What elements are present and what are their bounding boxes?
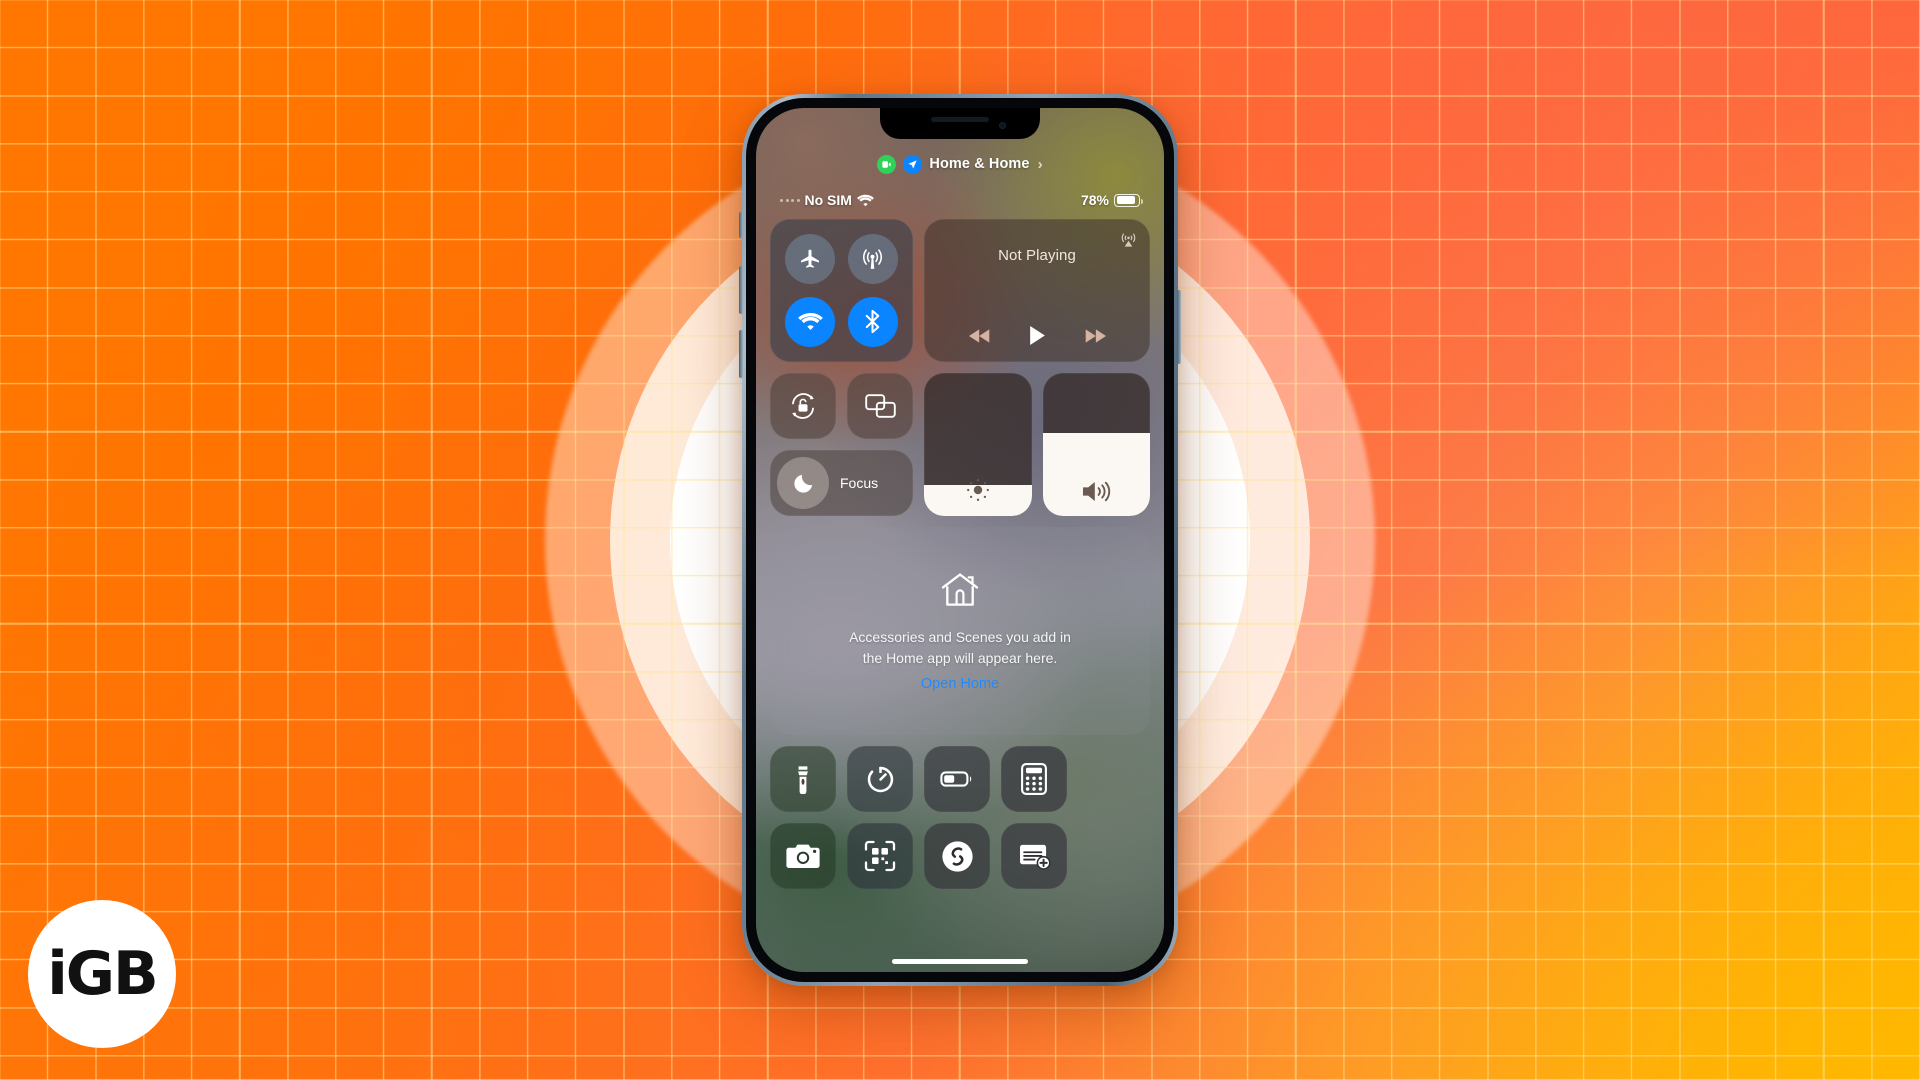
focus-label: Focus [840, 475, 879, 491]
low-power-mode-button[interactable] [924, 746, 990, 812]
battery-icon [940, 769, 974, 789]
qr-scanner-icon [864, 840, 896, 872]
shazam-icon [941, 840, 974, 873]
home-header-label: Home & Home [929, 156, 1030, 172]
camera-icon [786, 843, 820, 870]
flashlight-icon [789, 764, 817, 794]
earpiece-speaker [931, 117, 989, 122]
timer-button[interactable] [847, 746, 913, 812]
brightness-slider[interactable] [924, 373, 1032, 516]
rewind-button[interactable] [968, 328, 991, 344]
rotation-lock-icon [787, 390, 819, 422]
battery-percent-label: 78% [1080, 192, 1109, 208]
power-button[interactable] [1177, 290, 1181, 364]
control-center-row-1: Not Playing [770, 219, 1150, 362]
brightness-icon [924, 475, 1032, 505]
airplane-icon [798, 247, 822, 271]
location-arrow-icon [903, 154, 923, 174]
wifi-icon [797, 312, 823, 331]
fast-forward-button[interactable] [1084, 328, 1106, 344]
quick-note-button[interactable] [1001, 823, 1067, 889]
iphone-screen: Home & Home › No SIM 78% Not Playing Foc… [756, 108, 1164, 972]
flashlight-button[interactable] [770, 746, 836, 812]
quick-note-icon [1018, 843, 1051, 870]
signal-dots-icon [780, 198, 800, 202]
media-title: Not Playing [998, 247, 1076, 264]
bluetooth-toggle[interactable] [847, 296, 898, 347]
calculator-button[interactable] [1001, 746, 1067, 812]
notch [880, 108, 1040, 139]
airplane-mode-toggle[interactable] [785, 234, 836, 285]
media-controls [924, 325, 1150, 346]
control-center-row-2: Focus [770, 373, 1150, 516]
bluetooth-icon [861, 308, 884, 335]
igb-logo-text: iGB [47, 939, 159, 1009]
igb-logo: iGB [28, 900, 176, 1048]
volume-slider[interactable] [1042, 373, 1151, 516]
code-scanner-button[interactable] [847, 823, 913, 889]
status-bar-left: No SIM [780, 192, 874, 208]
screen-mirroring-icon [864, 393, 896, 419]
front-camera-icon [999, 122, 1006, 129]
rotation-lock-toggle[interactable] [770, 373, 836, 439]
sliders-group [924, 373, 1150, 516]
chevron-right-icon: › [1037, 155, 1043, 173]
silent-switch[interactable] [739, 212, 743, 238]
sim-status-label: No SIM [804, 192, 852, 208]
cellular-antenna-icon [860, 247, 885, 272]
toggles-and-focus-column: Focus [770, 373, 913, 516]
quick-toggle-pair [770, 373, 913, 439]
play-button[interactable] [1029, 325, 1046, 346]
airplay-audio-icon[interactable] [1119, 230, 1138, 249]
shazam-button[interactable] [924, 823, 990, 889]
home-panel-description-line1: Accessories and Scenes you add in [849, 628, 1071, 645]
media-playback-module: Not Playing [924, 219, 1150, 362]
calculator-icon [1021, 763, 1047, 795]
shortcuts-row-1 [770, 746, 1150, 812]
connectivity-module [770, 219, 913, 362]
control-center: Home & Home › No SIM 78% Not Playing Foc… [756, 108, 1164, 972]
video-camera-icon [877, 154, 897, 174]
moon-icon [777, 457, 829, 509]
cellular-data-toggle[interactable] [847, 234, 898, 285]
wifi-icon [857, 194, 874, 207]
volume-down-button[interactable] [739, 330, 743, 378]
screen-mirroring-toggle[interactable] [847, 373, 913, 439]
iphone-bezel: Home & Home › No SIM 78% Not Playing Foc… [746, 98, 1174, 982]
wifi-toggle[interactable] [785, 296, 836, 347]
house-icon [939, 570, 981, 610]
speaker-icon [1043, 478, 1151, 505]
shortcuts-row-2 [770, 823, 1150, 889]
focus-toggle[interactable]: Focus [770, 450, 913, 516]
status-bar-right: 78% [1080, 192, 1143, 208]
status-bar: No SIM 78% [770, 184, 1150, 210]
timer-icon [865, 764, 896, 795]
open-home-link[interactable]: Open Home [921, 676, 999, 692]
home-panel-description-line2: the Home app will appear here. [862, 649, 1058, 666]
battery-icon [1114, 193, 1143, 207]
home-accessories-panel: Accessories and Scenes you add in the Ho… [770, 527, 1150, 735]
iphone-device-frame: Home & Home › No SIM 78% Not Playing Foc… [739, 94, 1181, 986]
volume-up-button[interactable] [739, 266, 743, 314]
camera-button[interactable] [770, 823, 836, 889]
